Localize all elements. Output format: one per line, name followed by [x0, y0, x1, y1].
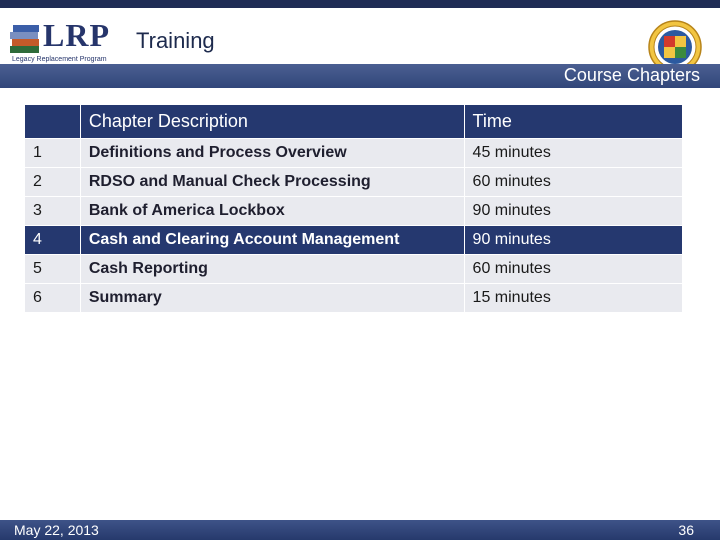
chapters-table: Chapter Description Time 1 Definitions a…: [24, 104, 684, 313]
column-header-description: Chapter Description: [79, 104, 465, 139]
chapter-description: RDSO and Manual Check Processing: [79, 167, 465, 197]
books-icon: [10, 25, 39, 53]
section-bar: Course Chapters: [0, 64, 720, 88]
slide-footer: May 22, 2013 36: [0, 520, 720, 540]
header-title: Training: [136, 28, 215, 53]
table-row: 5 Cash Reporting 60 minutes: [24, 254, 684, 284]
footer-date: May 22, 2013: [14, 522, 99, 538]
chapter-time: 15 minutes: [463, 283, 684, 313]
page-number: 36: [678, 522, 694, 538]
chapter-description: Cash Reporting: [79, 254, 465, 284]
chapter-number: 2: [24, 167, 81, 197]
table-row: 3 Bank of America Lockbox 90 minutes: [24, 196, 684, 226]
top-band: [0, 0, 720, 8]
table-row-highlighted: 4 Cash and Clearing Account Management 9…: [24, 225, 684, 255]
table-row: 1 Definitions and Process Overview 45 mi…: [24, 138, 684, 168]
chapter-number: 5: [24, 254, 81, 284]
chapter-number: 3: [24, 196, 81, 226]
chapter-description: Summary: [79, 283, 465, 313]
column-header-time: Time: [463, 104, 684, 139]
chapter-time: 90 minutes: [463, 225, 684, 255]
logo-text: LRP: [43, 17, 110, 53]
lrp-logo: LRP Legacy Replacement Program: [10, 16, 122, 64]
table-row: 2 RDSO and Manual Check Processing 60 mi…: [24, 167, 684, 197]
chapter-time: 60 minutes: [463, 167, 684, 197]
chapter-description: Bank of America Lockbox: [79, 196, 465, 226]
column-header-number: [24, 104, 81, 139]
slide-header: LRP Legacy Replacement Program Training: [0, 8, 720, 74]
chapter-number: 4: [24, 225, 81, 255]
table-row: 6 Summary 15 minutes: [24, 283, 684, 313]
section-title: Course Chapters: [563, 65, 700, 85]
chapter-time: 45 minutes: [463, 138, 684, 168]
chapter-description: Definitions and Process Overview: [79, 138, 465, 168]
chapter-number: 1: [24, 138, 81, 168]
chapter-time: 60 minutes: [463, 254, 684, 284]
table-header-row: Chapter Description Time: [24, 104, 684, 139]
chapter-time: 90 minutes: [463, 196, 684, 226]
chapter-number: 6: [24, 283, 81, 313]
chapter-description: Cash and Clearing Account Management: [79, 225, 465, 255]
logo-subtitle: Legacy Replacement Program: [12, 56, 107, 63]
